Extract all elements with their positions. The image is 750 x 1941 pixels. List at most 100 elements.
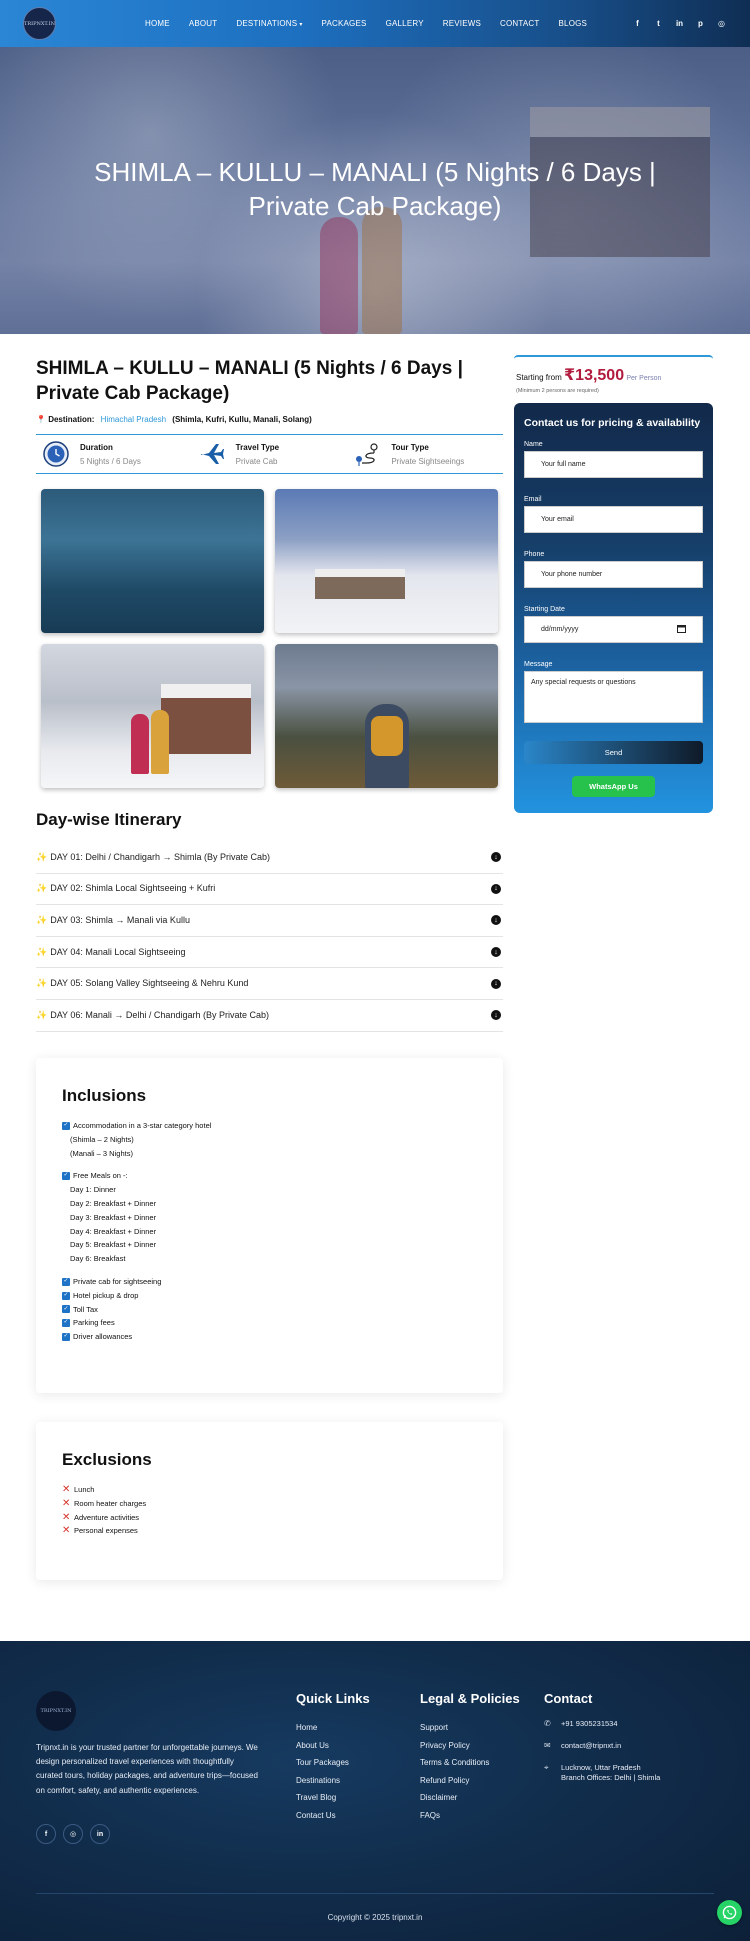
gallery-image-valley[interactable] [41,489,264,633]
package-stats: Duration 5 Nights / 6 Days Travel Type Pri… [36,434,503,474]
phone-input[interactable]: Your phone number [524,561,703,588]
phone-label: Phone [524,551,545,558]
footer-link-about[interactable]: About Us [296,1737,370,1755]
nav-blogs[interactable]: BLOGS [559,19,588,28]
hero-person [362,207,402,334]
expand-icon[interactable]: ↓ [491,915,501,926]
stat-value: 5 Nights / 6 Days [80,456,141,466]
itinerary-accordion: ✨ DAY 01: Delhi / Chandigarh → Shimla (By… [36,842,503,1032]
nav-packages[interactable]: PACKAGES [322,19,367,28]
calendar-icon[interactable] [677,624,686,635]
expand-icon[interactable]: ↓ [491,883,501,894]
footer-social-links: f ◎ in [36,1824,117,1844]
footer-link-travel-blog[interactable]: Travel Blog [296,1789,370,1807]
price-per-label: Per Person [626,375,662,382]
itinerary-title: Day-wise Itinerary [36,810,182,829]
exclusions-title: Exclusions [62,1450,152,1469]
footer-link-contact[interactable]: Contact Us [296,1807,370,1825]
gallery-image-hiker[interactable] [275,644,498,788]
gallery-image-couple-snow[interactable] [41,644,264,788]
facebook-icon[interactable]: f [627,19,648,28]
twitter-icon[interactable]: t [648,19,669,28]
stat-duration: Duration 5 Nights / 6 Days [36,435,192,473]
itinerary-day[interactable]: ✨ DAY 05: Solang Valley Sightseeing & Neh… [36,968,503,1000]
exclusion-item: ✕ Adventure activities [62,1511,477,1525]
linkedin-icon[interactable]: in [90,1824,110,1844]
stat-value: Private Sightseeings [391,456,465,466]
expand-icon[interactable]: ↓ [491,947,501,958]
footer-link-support[interactable]: Support [420,1719,520,1737]
expand-icon[interactable]: ↓ [491,1010,501,1021]
hero-title: SHIMLA – KULLU – MANALI (5 Nights / 6 Da… [94,157,656,221]
linkedin-icon[interactable]: in [669,19,690,28]
email-label: Email [524,496,542,503]
name-placeholder: Your full name [541,461,586,468]
hero-person [320,217,358,334]
itinerary-day-label: DAY 02: Shimla Local Sightseeing + Kufri [50,883,216,894]
nav-destinations[interactable]: DESTINATIONS ▾ [236,19,302,28]
route-icon [353,440,381,468]
phone-icon: ✆ [544,1719,551,1728]
pinterest-icon[interactable]: p [690,19,711,28]
nav-contact[interactable]: CONTACT [500,19,539,28]
chevron-down-icon: ▾ [299,22,303,28]
nav-gallery[interactable]: GALLERY [386,19,424,28]
footer-logo[interactable]: TRIPNXT.IN [36,1691,76,1731]
gallery-image-ski-resort[interactable] [275,489,498,633]
send-button[interactable]: Send [524,741,703,764]
message-placeholder: Any special requests or questions [531,679,636,686]
inclusion-item: ✓ Driver allowances [62,1330,477,1344]
contact-address-line: Lucknow, Uttar Pradesh [561,1763,641,1772]
itinerary-day[interactable]: ✨ DAY 04: Manali Local Sightseeing ↓ [36,937,503,969]
footer-link-destinations[interactable]: Destinations [296,1772,370,1790]
exclusions-card: Exclusions ✕ Lunch ✕ Room heater charges ✕… [36,1422,503,1580]
name-label: Name [524,441,543,448]
nav-home[interactable]: HOME [145,19,170,28]
contact-email[interactable]: ✉ contact@tripnxt.in [544,1741,660,1751]
date-input[interactable]: dd/mm/yyyy [524,616,703,643]
inclusion-text: Free Meals on -: [73,1171,128,1181]
stat-title: Duration [80,442,113,452]
footer-link-privacy[interactable]: Privacy Policy [420,1737,520,1755]
contact-branch-line: Branch Offices: Delhi | Shimla [561,1773,661,1782]
itinerary-day[interactable]: ✨ DAY 01: Delhi / Chandigarh → Shimla (By… [36,842,503,874]
contact-title: Contact [544,1691,593,1706]
email-input[interactable]: Your email [524,506,703,533]
itinerary-day[interactable]: ✨ DAY 02: Shimla Local Sightseeing + Kufr… [36,874,503,906]
cross-icon: ✕ [62,1497,71,1509]
nav-about[interactable]: ABOUT [189,19,218,28]
footer-link-terms[interactable]: Terms & Conditions [420,1754,520,1772]
legal-title: Legal & Policies [420,1691,520,1706]
footer-link-home[interactable]: Home [296,1719,370,1737]
quick-links-column: Quick Links Home About Us Tour Packages … [296,1691,370,1825]
nav-reviews[interactable]: REVIEWS [443,19,481,28]
instagram-icon[interactable]: ◎ [63,1824,83,1844]
footer-link-disclaimer[interactable]: Disclaimer [420,1789,520,1807]
itinerary-day[interactable]: ✨ DAY 06: Manali → Delhi / Chandigarh (By… [36,1000,503,1032]
footer-link-faqs[interactable]: FAQs [420,1807,520,1825]
footer-description: Tripnxt.in is your trusted partner for u… [36,1743,258,1795]
itinerary-day[interactable]: ✨ DAY 03: Shimla → Manali via Kullu ↓ [36,905,503,937]
footer-link-refund[interactable]: Refund Policy [420,1772,520,1790]
name-input[interactable]: Your full name [524,451,703,478]
expand-icon[interactable]: ↓ [491,978,501,989]
whatsapp-float-icon[interactable] [717,1900,742,1925]
exclusion-text: Adventure activities [74,1512,140,1522]
inclusions-card: Inclusions ✓ Accommodation in a 3-star ca… [36,1058,503,1393]
facebook-icon[interactable]: f [36,1824,56,1844]
stat-tour-type: Tour Type Private Sightseeings [347,435,503,473]
instagram-icon[interactable]: ◎ [711,19,732,28]
price-min-note: (Minimum 2 persons are required) [516,388,599,394]
stat-travel-type: Travel Type Private Cab [192,435,348,473]
header-social-links: f t in p ◎ [627,0,732,47]
contact-column: Contact ✆ +91 9305231534 ✉ contact@tripnxt… [544,1691,660,1795]
footer-link-tour-packages[interactable]: Tour Packages [296,1754,370,1772]
whatsapp-button[interactable]: WhatsApp Us [572,776,655,797]
expand-icon[interactable]: ↓ [491,852,501,863]
plane-icon [198,440,226,468]
contact-phone[interactable]: ✆ +91 9305231534 [544,1719,660,1729]
site-logo[interactable]: TRIPNXT.IN [23,7,56,40]
price-amount: ₹13,500 [564,367,625,384]
message-textarea[interactable]: Any special requests or questions [524,671,703,723]
destination-link[interactable]: Himachal Pradesh [101,415,166,424]
